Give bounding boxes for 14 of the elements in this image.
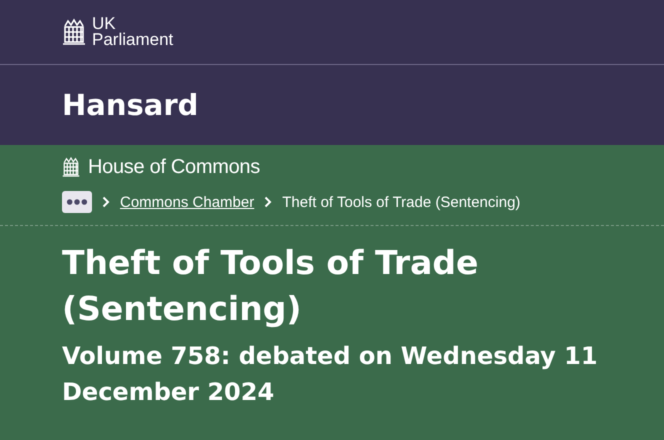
brand-name[interactable]: UK	[92, 16, 174, 32]
debate-title: Theft of Tools of Trade (Sentencing)	[62, 242, 480, 330]
chevron-icon	[264, 196, 272, 208]
brand-name[interactable]: Parliament	[92, 32, 174, 48]
breadcrumb-link[interactable]: Commons Chamber	[120, 194, 254, 210]
debate-subtitle: Volume 758: debated on Wednesday 11 December 2024	[62, 341, 599, 408]
ellipsis-icon	[66, 198, 88, 206]
section-title[interactable]: Hansard	[62, 88, 198, 122]
portcullis-icon	[62, 156, 80, 178]
house-name: House of Commons	[88, 156, 260, 178]
chevron-icon	[102, 196, 110, 208]
portcullis-icon	[62, 17, 86, 47]
more-button[interactable]	[62, 191, 92, 213]
breadcrumb-current: Theft of Tools of Trade (Sentencing)	[282, 194, 520, 210]
